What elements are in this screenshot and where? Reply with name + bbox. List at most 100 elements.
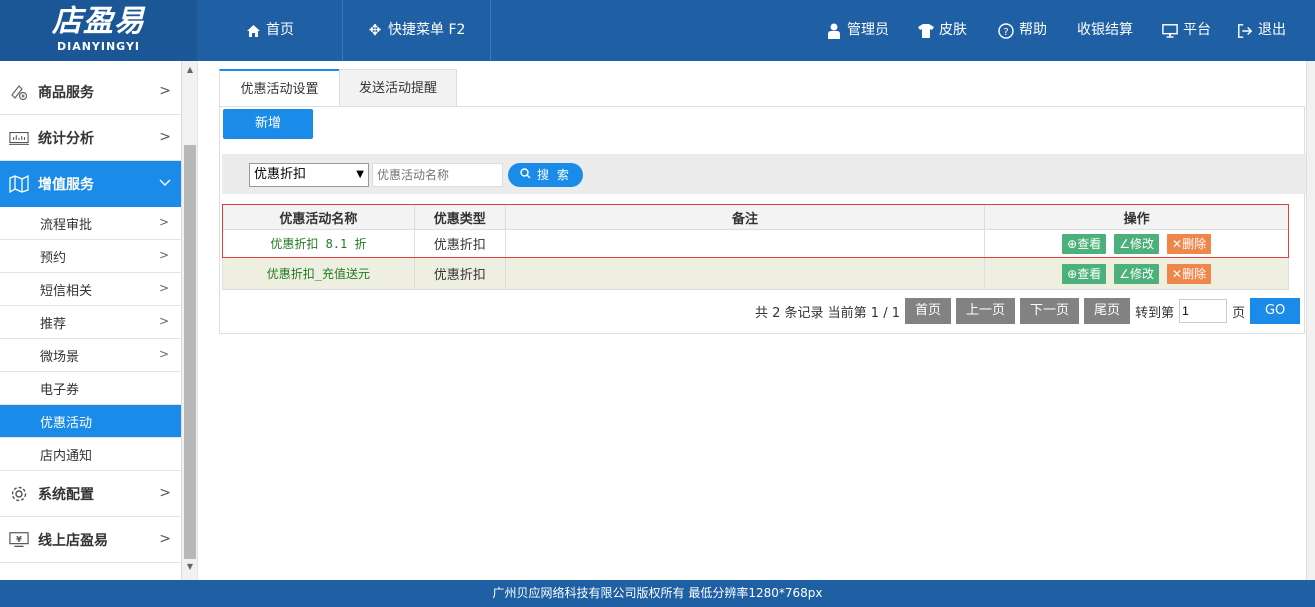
view-button-label: 查看 [1077, 266, 1102, 281]
edit-button-label: 修改 [1130, 236, 1155, 251]
table-header-row: 优惠活动名称 优惠类型 备注 操作 [222, 204, 1289, 230]
nav-divider [490, 0, 491, 61]
svg-text:¥: ¥ [16, 533, 22, 543]
chevron-right-icon: > [159, 83, 171, 99]
user-icon [826, 23, 842, 39]
nav-quick-menu[interactable]: ✥ 快捷菜单 F2 [367, 0, 466, 61]
promotion-table: 优惠活动名称 优惠类型 备注 操作 优惠折扣 8.1 折 优惠折扣 ⊕查看 ∠修改… [222, 204, 1289, 290]
search-bar: 优惠折扣 ▼ 搜 索 [222, 154, 1306, 194]
sidebar-item-micro-scene[interactable]: 微场景 > [0, 339, 181, 372]
main-content: 优惠活动设置 发送活动提醒 新增 优惠折扣 ▼ 搜 索 优惠活动名称 优惠类型 [198, 61, 1306, 580]
close-icon: ✕ [1172, 236, 1183, 251]
top-header: 店盈易 DIANYINGYI 首页 ✥ 快捷菜单 F2 管理员 皮肤 ? 帮助 … [0, 0, 1315, 61]
chevron-right-icon: > [158, 215, 169, 229]
view-button[interactable]: ⊕查看 [1062, 263, 1107, 284]
select-value: 优惠折扣 [254, 167, 307, 182]
column-header: 优惠类型 [413, 204, 506, 230]
promotion-type-select[interactable]: 优惠折扣 ▼ [249, 163, 369, 187]
nav-admin-label: 管理员 [847, 22, 889, 38]
sidebar-item-workflow[interactable]: 流程审批 > [0, 207, 181, 240]
sidebar-item-promotions[interactable]: 优惠活动 [0, 405, 181, 438]
edit-button[interactable]: ∠修改 [1114, 263, 1160, 284]
page-scrollbar[interactable] [1306, 61, 1315, 580]
help-icon: ? [998, 22, 1014, 39]
sidebar-item-e-coupon[interactable]: 电子券 [0, 372, 181, 405]
scrollbar-thumb[interactable] [184, 145, 196, 559]
sidebar-item-sms[interactable]: 短信相关 > [0, 273, 181, 306]
last-page-button[interactable]: 尾页 [1084, 298, 1131, 324]
promotion-panel: 新增 优惠折扣 ▼ 搜 索 优惠活动名称 优惠类型 备注 操作 [219, 106, 1306, 334]
chevron-right-icon: > [159, 485, 171, 501]
sidebar-item-label: 优惠活动 [40, 415, 93, 431]
chevron-right-icon: > [158, 281, 169, 295]
tab-send-reminder[interactable]: 发送活动提醒 [339, 69, 457, 107]
chevron-right-icon: > [159, 129, 171, 145]
column-header: 优惠活动名称 [222, 204, 415, 230]
sidebar-item-label: 店内通知 [40, 448, 93, 464]
sidebar-menu-label: 增值服务 [38, 176, 94, 193]
move-arrows-icon: ✥ [368, 21, 382, 39]
nav-home[interactable]: 首页 [245, 0, 294, 61]
nav-checkout[interactable]: 收银结算 [1077, 0, 1133, 61]
sidebar-item-label: 微场景 [40, 349, 80, 365]
column-header: 操作 [984, 204, 1289, 230]
nav-checkout-label: 收银结算 [1077, 22, 1133, 38]
delete-button[interactable]: ✕删除 [1167, 233, 1212, 254]
scroll-down-arrow-icon[interactable]: ▼ [182, 560, 198, 574]
nav-help[interactable]: ? 帮助 [998, 0, 1047, 61]
footer: 广州贝应网络科技有限公司版权所有 最低分辨率1280*768px [0, 580, 1315, 607]
sidebar-item-label: 预约 [40, 250, 67, 266]
actions-cell: ⊕查看 ∠修改 ✕删除 [984, 257, 1289, 290]
footer-copyright: 广州贝应网络科技有限公司版权所有 最低分辨率1280*768px [492, 586, 823, 600]
logout-icon [1237, 23, 1253, 39]
view-button-label: 查看 [1077, 236, 1102, 251]
promotion-note-cell [504, 229, 986, 258]
sidebar-menu-goods[interactable]: 商品服务 > [0, 69, 181, 115]
edit-button[interactable]: ∠修改 [1114, 233, 1160, 254]
page-unit-label: 页 [1232, 305, 1246, 321]
add-promotion-button[interactable]: 新增 [223, 109, 313, 139]
sidebar-menu-label: 系统配置 [38, 486, 94, 503]
nav-skin[interactable]: 皮肤 [918, 0, 967, 61]
nav-platform[interactable]: 平台 [1162, 0, 1211, 61]
sidebar-item-store-notice[interactable]: 店内通知 [0, 438, 181, 471]
chevron-down-icon [159, 175, 171, 191]
chevron-right-icon: > [158, 314, 169, 328]
promotion-type-cell: 优惠折扣 [413, 229, 506, 258]
nav-skin-label: 皮肤 [939, 22, 967, 38]
sidebar-menu-system[interactable]: 系统配置 > [0, 471, 181, 517]
nav-admin[interactable]: 管理员 [826, 0, 889, 61]
promotion-name-input[interactable] [372, 163, 503, 187]
nav-logout[interactable]: 退出 [1237, 0, 1286, 61]
sidebar-menu-label: 线上店盈易 [38, 532, 108, 549]
first-page-button[interactable]: 首页 [905, 298, 952, 324]
search-icon: ⊕ [1067, 236, 1078, 251]
search-icon: ⊕ [1067, 266, 1078, 281]
nav-home-label: 首页 [266, 22, 294, 38]
sidebar-item-label: 推荐 [40, 316, 67, 332]
table-row: 优惠折扣_充值送元 优惠折扣 ⊕查看 ∠修改 ✕删除 [222, 257, 1289, 290]
go-button[interactable]: GO [1250, 298, 1301, 324]
nav-logout-label: 退出 [1258, 22, 1286, 38]
sidebar-menu-stats[interactable]: 统计分析 > [0, 115, 181, 161]
chevron-right-icon: > [159, 531, 171, 547]
sidebar-item-recommend[interactable]: 推荐 > [0, 306, 181, 339]
logo-en: DIANYINGYI [56, 40, 141, 53]
scroll-up-arrow-icon[interactable]: ▲ [182, 63, 198, 77]
column-header: 备注 [504, 204, 986, 230]
svg-text:?: ? [1003, 27, 1008, 38]
delete-button[interactable]: ✕删除 [1167, 263, 1212, 284]
sidebar-scrollbar[interactable]: ▲ ▼ [181, 61, 197, 580]
nav-platform-label: 平台 [1183, 22, 1211, 38]
sidebar-menu-value-added[interactable]: 增值服务 [0, 161, 181, 207]
page-number-input[interactable] [1179, 299, 1228, 323]
prev-page-button[interactable]: 上一页 [956, 298, 1016, 324]
next-page-button[interactable]: 下一页 [1020, 298, 1080, 324]
view-button[interactable]: ⊕查看 [1062, 233, 1107, 254]
sidebar-item-label: 短信相关 [40, 283, 93, 299]
search-button[interactable]: 搜 索 [508, 163, 583, 187]
sidebar-menu-online-store[interactable]: ¥ 线上店盈易 > [0, 517, 181, 563]
tab-promotion-settings[interactable]: 优惠活动设置 [219, 69, 340, 107]
sidebar-item-booking[interactable]: 预约 > [0, 240, 181, 273]
brand-logo[interactable]: 店盈易 DIANYINGYI [0, 0, 197, 61]
